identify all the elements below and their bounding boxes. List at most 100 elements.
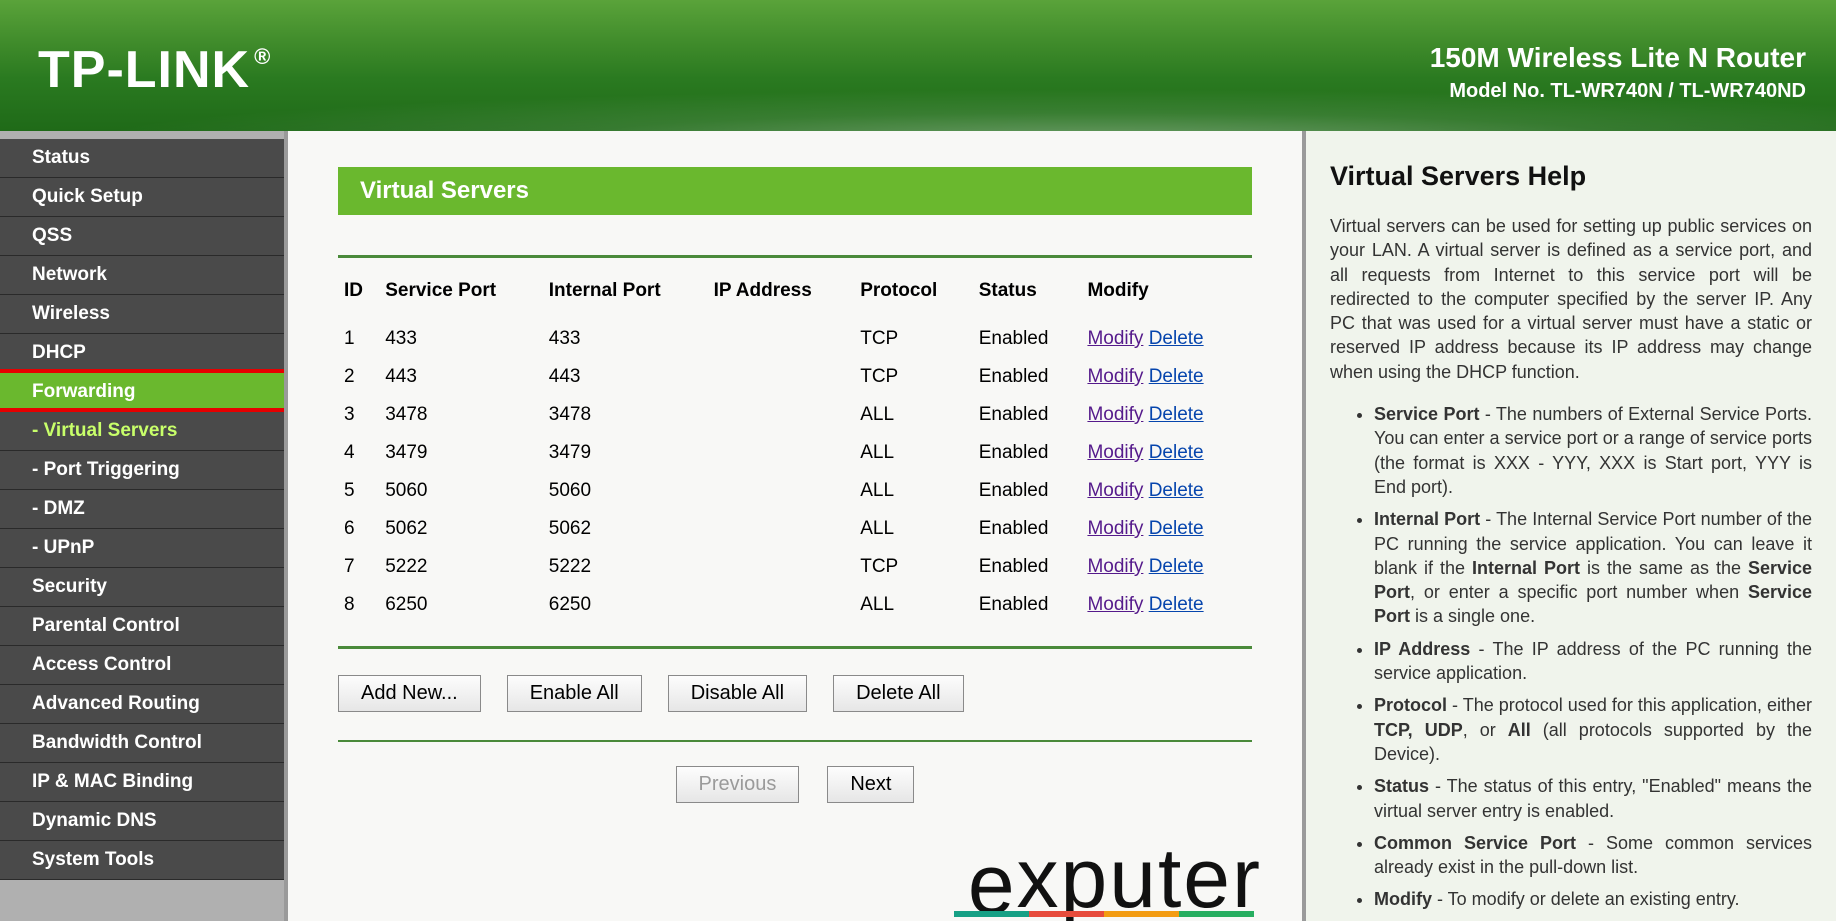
help-definition-item: Modify - To modify or delete an existing… (1374, 887, 1812, 911)
sidebar-item-ip-mac-binding[interactable]: IP & MAC Binding (0, 763, 284, 802)
modify-link[interactable]: Modify (1087, 404, 1143, 425)
sidebar-item-system-tools[interactable]: System Tools (0, 841, 284, 880)
table-cell: Enabled (973, 472, 1082, 510)
delete-link[interactable]: Delete (1149, 480, 1204, 501)
sidebar-item-parental-control[interactable]: Parental Control (0, 607, 284, 646)
table-cell (708, 548, 855, 586)
table-cell: 443 (379, 358, 543, 396)
sidebar-item-dhcp[interactable]: DHCP (0, 334, 284, 373)
table-cell: 5060 (543, 472, 708, 510)
modify-link[interactable]: Modify (1087, 366, 1143, 387)
table-cell: 5 (338, 472, 379, 510)
table-cell: 3479 (543, 434, 708, 472)
table-cell-actions: Modify Delete (1081, 472, 1252, 510)
column-header: Protocol (854, 272, 972, 320)
table-cell: 6 (338, 510, 379, 548)
table-cell (708, 358, 855, 396)
modify-link[interactable]: Modify (1087, 328, 1143, 349)
delete-link[interactable]: Delete (1149, 366, 1204, 387)
help-definition-item: Protocol - The protocol used for this ap… (1374, 693, 1812, 766)
table-cell: Enabled (973, 586, 1082, 624)
add-new-button[interactable]: Add New... (338, 675, 481, 712)
delete-link[interactable]: Delete (1149, 328, 1204, 349)
help-title: Virtual Servers Help (1330, 161, 1812, 192)
sidebar-item-advanced-routing[interactable]: Advanced Routing (0, 685, 284, 724)
table-cell: ALL (854, 472, 972, 510)
sidebar-item-forwarding[interactable]: Forwarding (0, 373, 284, 412)
sidebar-item-security[interactable]: Security (0, 568, 284, 607)
sidebar-item-dmz[interactable]: - DMZ (0, 490, 284, 529)
previous-button[interactable]: Previous (676, 766, 800, 803)
sidebar-item-bandwidth-control[interactable]: Bandwidth Control (0, 724, 284, 763)
table-cell-actions: Modify Delete (1081, 396, 1252, 434)
header-banner: TP-LINK® 150M Wireless Lite N Router Mod… (0, 0, 1836, 131)
table-cell: 2 (338, 358, 379, 396)
sidebar-item-network[interactable]: Network (0, 256, 284, 295)
table-cell-actions: Modify Delete (1081, 434, 1252, 472)
help-definition-item: Common Service Port - Some common servic… (1374, 831, 1812, 880)
column-header: Internal Port (543, 272, 708, 320)
table-cell: Enabled (973, 434, 1082, 472)
disable-all-button[interactable]: Disable All (668, 675, 807, 712)
table-cell: ALL (854, 396, 972, 434)
sidebar-nav: StatusQuick SetupQSSNetworkWirelessDHCPF… (0, 131, 284, 921)
table-cell: Enabled (973, 320, 1082, 358)
sidebar-item-wireless[interactable]: Wireless (0, 295, 284, 334)
table-cell: 6250 (379, 586, 543, 624)
help-definition-item: Service Port - The numbers of External S… (1374, 402, 1812, 499)
delete-link[interactable]: Delete (1149, 442, 1204, 463)
delete-all-button[interactable]: Delete All (833, 675, 964, 712)
sidebar-item-access-control[interactable]: Access Control (0, 646, 284, 685)
sidebar-item-quick-setup[interactable]: Quick Setup (0, 178, 284, 217)
virtual-servers-table: IDService PortInternal PortIP AddressPro… (338, 272, 1252, 624)
sidebar-item-port-triggering[interactable]: - Port Triggering (0, 451, 284, 490)
table-cell: Enabled (973, 396, 1082, 434)
delete-link[interactable]: Delete (1149, 404, 1204, 425)
table-cell: TCP (854, 320, 972, 358)
table-row: 1433433TCPEnabledModify Delete (338, 320, 1252, 358)
table-cell-actions: Modify Delete (1081, 358, 1252, 396)
column-header: IP Address (708, 272, 855, 320)
table-cell: 1 (338, 320, 379, 358)
table-cell: 433 (379, 320, 543, 358)
sidebar-item-dynamic-dns[interactable]: Dynamic DNS (0, 802, 284, 841)
modify-link[interactable]: Modify (1087, 480, 1143, 501)
table-cell: 433 (543, 320, 708, 358)
table-cell: 3 (338, 396, 379, 434)
help-definition-item: Internal Port - The Internal Service Por… (1374, 507, 1812, 628)
table-row: 650625062ALLEnabledModify Delete (338, 510, 1252, 548)
brand-logo: TP-LINK® (38, 40, 271, 100)
column-header: Modify (1081, 272, 1252, 320)
modify-link[interactable]: Modify (1087, 518, 1143, 539)
modify-link[interactable]: Modify (1087, 442, 1143, 463)
virtual-servers-table-wrap: IDService PortInternal PortIP AddressPro… (338, 255, 1252, 649)
sidebar-item-upnp[interactable]: - UPnP (0, 529, 284, 568)
enable-all-button[interactable]: Enable All (507, 675, 642, 712)
bulk-action-row: Add New... Enable All Disable All Delete… (338, 675, 1252, 740)
modify-link[interactable]: Modify (1087, 594, 1143, 615)
delete-link[interactable]: Delete (1149, 518, 1204, 539)
table-cell: 5062 (379, 510, 543, 548)
delete-link[interactable]: Delete (1149, 594, 1204, 615)
table-cell (708, 434, 855, 472)
table-cell: 5222 (543, 548, 708, 586)
table-cell: TCP (854, 358, 972, 396)
model-title: 150M Wireless Lite N Router (1430, 42, 1806, 74)
sidebar-item-qss[interactable]: QSS (0, 217, 284, 256)
table-row: 550605060ALLEnabledModify Delete (338, 472, 1252, 510)
table-cell (708, 510, 855, 548)
sidebar-item-status[interactable]: Status (0, 139, 284, 178)
column-header: Service Port (379, 272, 543, 320)
watermark-text: exputer (968, 830, 1262, 921)
table-cell-actions: Modify Delete (1081, 510, 1252, 548)
table-cell-actions: Modify Delete (1081, 548, 1252, 586)
modify-link[interactable]: Modify (1087, 556, 1143, 577)
divider (338, 740, 1252, 742)
help-intro: Virtual servers can be used for setting … (1330, 214, 1812, 384)
table-cell: Enabled (973, 510, 1082, 548)
table-cell: 3478 (543, 396, 708, 434)
table-row: 752225222TCPEnabledModify Delete (338, 548, 1252, 586)
next-button[interactable]: Next (827, 766, 914, 803)
delete-link[interactable]: Delete (1149, 556, 1204, 577)
sidebar-item-virtual-servers[interactable]: - Virtual Servers (0, 412, 284, 451)
